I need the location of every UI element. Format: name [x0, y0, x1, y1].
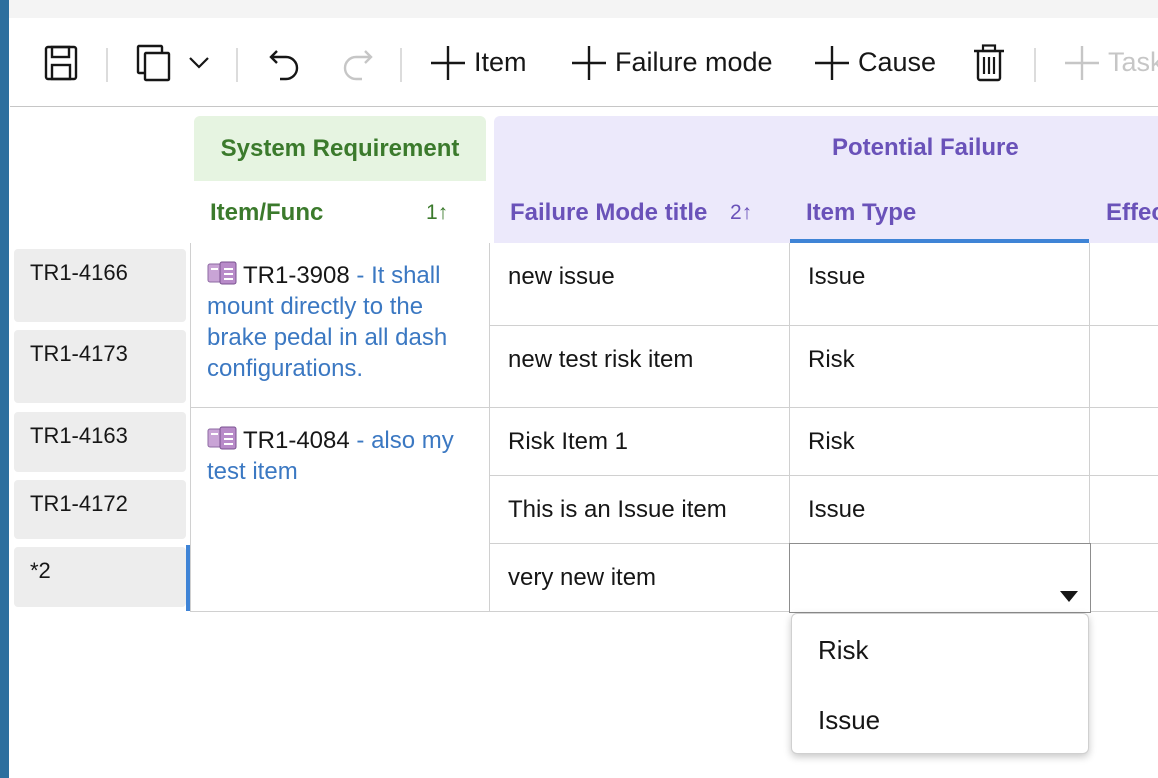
requirement-icon [207, 261, 237, 285]
cell-value: very new item [508, 564, 657, 591]
item-type-cell[interactable]: Risk [790, 326, 1090, 408]
redo-button[interactable] [340, 18, 374, 107]
requirement-icon [207, 426, 237, 450]
effect-cell[interactable] [1090, 243, 1158, 326]
sort-indicator[interactable]: 1↑ [426, 201, 448, 225]
toolbar-separator [1034, 48, 1036, 82]
toolbar-separator [236, 48, 238, 82]
effect-cell[interactable] [1090, 326, 1158, 408]
failure-mode-cell[interactable]: Risk Item 1 [490, 408, 790, 476]
undo-icon [269, 49, 299, 80]
add-task-label: Task [1108, 47, 1158, 77]
plus-icon [431, 45, 465, 80]
group-header-potential-failure: Potential Failure [494, 116, 1158, 181]
cell-value: Issue [808, 263, 866, 290]
undo-button[interactable] [268, 18, 302, 107]
row-header[interactable]: *2 [14, 547, 186, 607]
plus-icon [572, 45, 606, 80]
item-type-dropdown: Risk Issue [791, 613, 1089, 754]
requirement-id[interactable]: TR1-4084 [243, 427, 350, 454]
toolbar-separator [400, 48, 402, 82]
failure-mode-cell[interactable]: new issue [490, 243, 790, 326]
column-header-item-type[interactable]: Item Type [806, 199, 916, 227]
cell-value: Risk Item 1 [508, 428, 629, 455]
group-title: Potential Failure [832, 134, 1019, 161]
row-header[interactable]: TR1-4163 [14, 412, 186, 472]
delete-button[interactable] [972, 18, 1006, 107]
item-type-select[interactable] [789, 543, 1091, 613]
column-headers-potential-failure: Failure Mode title 2↑ Item Type Effect [494, 181, 1158, 243]
cell-value: new test risk item [508, 346, 694, 373]
requirement-id[interactable]: TR1-3908 [243, 262, 350, 289]
effect-cell[interactable] [1090, 544, 1158, 612]
group-title: System Requirement [220, 134, 460, 162]
requirement-cell[interactable]: TR1-4084 - also my test item [190, 408, 490, 612]
column-header-item-func[interactable]: Item/Func 1↑ [194, 181, 486, 243]
top-margin [9, 0, 1158, 18]
dropdown-option-issue[interactable]: Issue [818, 705, 880, 736]
sort-indicator[interactable]: 2↑ [730, 201, 752, 225]
trash-icon [974, 43, 1004, 81]
cell-value: This is an Issue item [508, 496, 727, 523]
add-item-label: Item [474, 47, 527, 77]
add-task-button[interactable]: Task [1064, 18, 1158, 107]
cell-value: Risk [808, 428, 855, 455]
save-button[interactable] [44, 18, 78, 107]
group-header-system-requirement: System Requirement [194, 116, 486, 181]
caret-down-icon[interactable] [1060, 591, 1078, 602]
copy-menu-button[interactable] [136, 18, 214, 107]
item-type-cell[interactable]: Issue [790, 243, 1090, 326]
row-header[interactable]: TR1-4173 [14, 330, 186, 403]
add-failure-mode-button[interactable]: Failure mode [571, 18, 773, 107]
toolbar-separator [106, 48, 108, 82]
column-title: Item/Func [210, 199, 324, 226]
effect-cell[interactable] [1090, 408, 1158, 476]
add-failure-mode-label: Failure mode [615, 47, 773, 77]
plus-icon [1065, 45, 1099, 80]
dropdown-option-risk[interactable]: Risk [818, 635, 869, 666]
cell-value: Risk [808, 346, 855, 373]
add-cause-label: Cause [858, 47, 937, 77]
toolbar: Item Failure mode Cause Task [10, 18, 1158, 107]
failure-mode-cell[interactable]: very new item [490, 544, 790, 612]
column-header-effect[interactable]: Effect [1106, 199, 1158, 227]
redo-icon [343, 49, 373, 80]
add-cause-button[interactable]: Cause [814, 18, 936, 107]
cell-value: Issue [808, 496, 866, 523]
row-header[interactable]: TR1-4172 [14, 480, 186, 539]
window-edge [0, 0, 9, 778]
copy-icon [136, 44, 171, 81]
cell-value: new issue [508, 263, 615, 290]
chevron-down-icon [189, 56, 209, 69]
failure-mode-cell[interactable]: new test risk item [490, 326, 790, 408]
failure-mode-cell[interactable]: This is an Issue item [490, 476, 790, 544]
plus-icon [815, 45, 849, 80]
effect-cell[interactable] [1090, 476, 1158, 544]
column-header-failure-mode-title[interactable]: Failure Mode title [510, 199, 707, 227]
item-type-cell[interactable]: Issue [790, 476, 1090, 544]
save-icon [44, 45, 78, 80]
requirement-cell[interactable]: TR1-3908 - It shall mount directly to th… [190, 243, 490, 408]
add-item-button[interactable]: Item [430, 18, 527, 107]
row-header[interactable]: TR1-4166 [14, 249, 186, 322]
item-type-cell[interactable]: Risk [790, 408, 1090, 476]
